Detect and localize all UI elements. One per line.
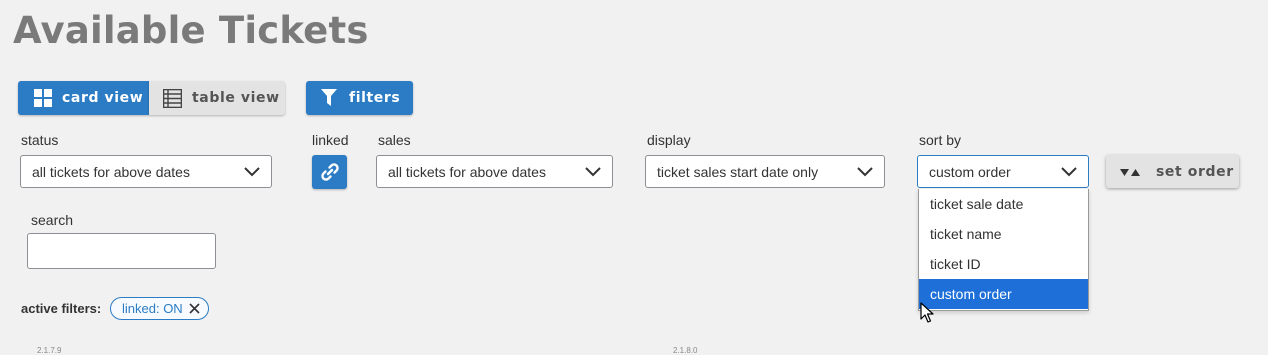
chevron-down-icon [1061, 166, 1077, 176]
funnel-icon [321, 89, 337, 106]
mouse-cursor-icon [920, 302, 934, 323]
set-order-button[interactable]: set order [1106, 155, 1239, 188]
sort-arrows-icon [1120, 168, 1140, 176]
search-label: search [31, 212, 74, 228]
chevron-down-icon [585, 166, 601, 176]
sort-by-label: sort by [919, 132, 962, 148]
sort-by-select-value: custom order [929, 163, 1011, 180]
status-select[interactable]: all tickets for above dates [20, 155, 272, 188]
filters-label: filters [349, 90, 401, 106]
active-filter-chip-label: linked: ON [122, 301, 183, 316]
sort-option-ticket-name[interactable]: ticket name [919, 219, 1088, 249]
linked-label: linked [312, 132, 349, 148]
linked-toggle-button[interactable] [312, 155, 347, 189]
card-view-button[interactable]: card view [18, 81, 149, 115]
list-icon [163, 88, 182, 108]
close-icon[interactable] [189, 303, 200, 314]
chevron-down-icon [244, 166, 260, 176]
sales-select[interactable]: all tickets for above dates [376, 155, 613, 188]
filters-button[interactable]: filters [306, 81, 413, 115]
display-select-value: ticket sales start date only [657, 163, 819, 180]
status-label: status [21, 132, 59, 148]
chevron-down-icon [857, 166, 873, 176]
sales-label: sales [378, 132, 411, 148]
set-order-label: set order [1156, 163, 1234, 180]
display-select[interactable]: ticket sales start date only [645, 155, 885, 188]
sort-by-select[interactable]: custom order [917, 155, 1089, 188]
display-label: display [647, 132, 691, 148]
table-view-label: table view [192, 90, 280, 106]
active-filter-chip[interactable]: linked: ON [110, 297, 209, 320]
sort-option-ticket-id[interactable]: ticket ID [919, 249, 1088, 279]
sales-select-value: all tickets for above dates [388, 163, 546, 180]
page-title: Available Tickets [13, 9, 369, 52]
search-input[interactable] [27, 233, 216, 269]
table-view-button[interactable]: table view [149, 81, 285, 115]
card-view-label: card view [62, 90, 144, 106]
grid-icon [34, 89, 52, 107]
link-icon [320, 163, 339, 181]
status-select-value: all tickets for above dates [32, 163, 190, 180]
sort-by-dropdown-list: ticket sale date ticket name ticket ID c… [918, 189, 1089, 311]
active-filters-label: active filters: [21, 301, 102, 316]
sort-option-custom-order[interactable]: custom order [919, 279, 1088, 309]
sort-option-ticket-sale-date[interactable]: ticket sale date [919, 189, 1088, 219]
